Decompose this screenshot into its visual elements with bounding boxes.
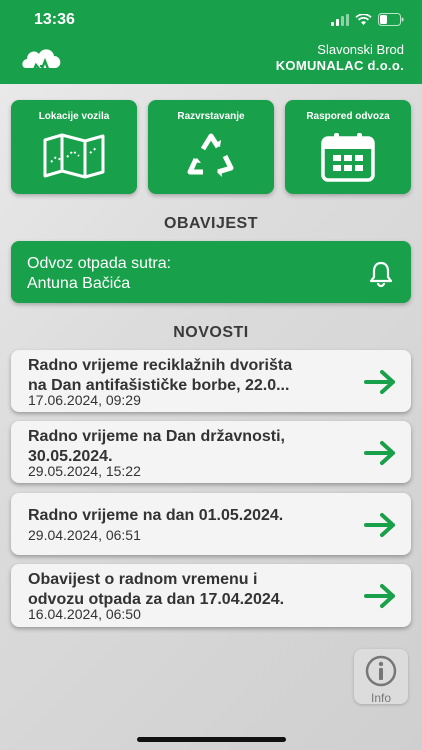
brand-company: KOMUNALAC d.o.o. xyxy=(275,58,404,73)
news-section-title: NOVOSTI xyxy=(173,324,249,341)
tile-label: Raspored odvoza xyxy=(306,111,390,122)
news-item[interactable]: Radno vrijeme na dan 01.05.2024. 29.04.2… xyxy=(11,493,411,555)
notice-section-title: OBAVIJEST xyxy=(164,215,258,232)
news-date: 16.04.2024, 06:50 xyxy=(28,606,141,622)
signal-icon xyxy=(331,13,349,26)
info-icon xyxy=(365,655,397,687)
brand-city: Slavonski Brod xyxy=(317,42,404,57)
notice-text: Odvoz otpada sutra: Antuna Bačića xyxy=(27,254,171,294)
news-item[interactable]: Radno vrijeme reciklažnih dvorišta na Da… xyxy=(11,350,411,412)
news-title: Obavijest o radnom vremenu i odvozu otpa… xyxy=(28,571,285,608)
status-icons xyxy=(331,13,404,26)
tile-collection-schedule[interactable]: Raspored odvoza xyxy=(285,100,411,194)
news-item[interactable]: Radno vrijeme na Dan državnosti, 30.05.2… xyxy=(11,421,411,483)
tile-label: Razvrstavanje xyxy=(177,111,245,122)
news-title: Radno vrijeme na Dan državnosti, 30.05.2… xyxy=(28,428,285,465)
battery-icon xyxy=(378,13,404,26)
news-date: 29.05.2024, 15:22 xyxy=(28,463,141,479)
notice-card[interactable]: Odvoz otpada sutra: Antuna Bačića xyxy=(11,241,411,303)
notice-line-2: Antuna Bačića xyxy=(27,275,131,292)
notice-line-1: Odvoz otpada sutra: xyxy=(27,255,172,272)
company-logo xyxy=(22,49,61,75)
status-time: 13:36 xyxy=(34,11,75,28)
home-indicator[interactable] xyxy=(137,737,286,742)
tile-label: Lokacije vozila xyxy=(38,111,110,122)
wifi-icon xyxy=(355,13,372,25)
map-icon xyxy=(43,133,105,179)
tile-sorting[interactable]: Razvrstavanje xyxy=(148,100,274,194)
arrow-right-icon xyxy=(364,370,395,394)
info-label: Info xyxy=(370,691,391,705)
arrow-right-icon xyxy=(364,584,395,608)
news-date: 17.06.2024, 09:29 xyxy=(28,392,141,408)
recycle-icon xyxy=(187,133,234,177)
info-button[interactable]: Info xyxy=(354,649,408,705)
news-title: Radno vrijeme reciklažnih dvorišta na Da… xyxy=(28,357,293,394)
arrow-right-icon xyxy=(364,441,395,465)
arrow-right-icon xyxy=(364,513,395,537)
bell-icon xyxy=(369,261,393,288)
tile-vehicle-locations[interactable]: Lokacije vozila xyxy=(11,100,137,194)
news-title: Radno vrijeme na dan 01.05.2024. xyxy=(28,507,284,524)
news-date: 29.04.2024, 06:51 xyxy=(28,527,141,543)
calendar-icon xyxy=(321,133,375,182)
app-header: 13:36 Slavonski Brod KOMUNALAC d.o.o. xyxy=(0,0,422,84)
news-item[interactable]: Obavijest o radnom vremenu i odvozu otpa… xyxy=(11,564,411,627)
company-brand: Slavonski Brod KOMUNALAC d.o.o. xyxy=(276,42,404,74)
